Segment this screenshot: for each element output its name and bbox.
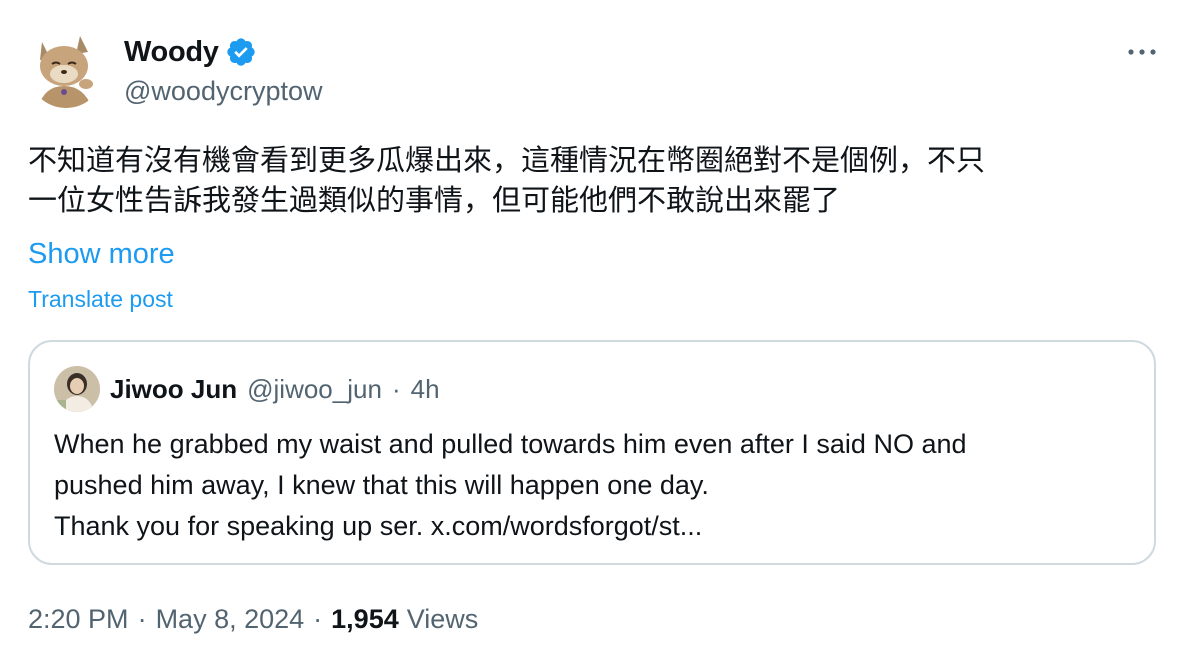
translate-post-link[interactable]: Translate post [28,286,173,313]
quoted-author-avatar [54,366,100,412]
quoted-post-time: 4h [410,374,440,404]
more-horizontal-icon [1128,49,1156,55]
author-handle[interactable]: @woodycryptow [124,76,322,107]
more-options-button[interactable] [1122,34,1162,70]
post-date[interactable]: May 8, 2024 [156,604,305,635]
post-text-line: 不知道有沒有機會看到更多瓜爆出來，這種情況在幣圈絕對不是個例，不只 [28,143,986,177]
quoted-text-line: pushed him away, I knew that this will h… [54,470,709,500]
post-text: 不知道有沒有機會看到更多瓜爆出來，這種情況在幣圈絕對不是個例，不只 一位女性告訴… [28,140,1163,220]
verified-badge-icon [225,36,257,68]
views-count: 1,954 [331,604,399,634]
quoted-post-header: Jiwoo Jun @jiwoo_jun · 4h [110,374,440,405]
separator-dot: · [137,604,147,634]
quoted-author-handle: @jiwoo_jun [247,374,382,404]
quoted-post-text: When he grabbed my waist and pulled towa… [54,424,1134,547]
quoted-author-name: Jiwoo Jun [110,374,238,404]
separator-dot: · [391,374,401,404]
quoted-text-line: When he grabbed my waist and pulled towa… [54,429,967,459]
post-meta: 2:20 PM · May 8, 2024 · 1,954 Views [28,604,478,635]
post-text-line: 一位女性告訴我發生過類似的事情，但可能他們不敢說出來罷了 [28,183,841,217]
separator-dot: · [313,604,323,634]
author-name[interactable]: Woody [124,36,219,69]
author-name-row[interactable]: Woody [124,34,257,70]
post-time[interactable]: 2:20 PM [28,604,129,635]
author-avatar[interactable] [28,32,104,108]
quoted-post-card[interactable]: Jiwoo Jun @jiwoo_jun · 4h When he grabbe… [28,340,1156,565]
show-more-link[interactable]: Show more [28,238,175,271]
quoted-text-line: Thank you for speaking up ser. x.com/wor… [54,511,703,541]
views-label: Views [406,604,479,634]
